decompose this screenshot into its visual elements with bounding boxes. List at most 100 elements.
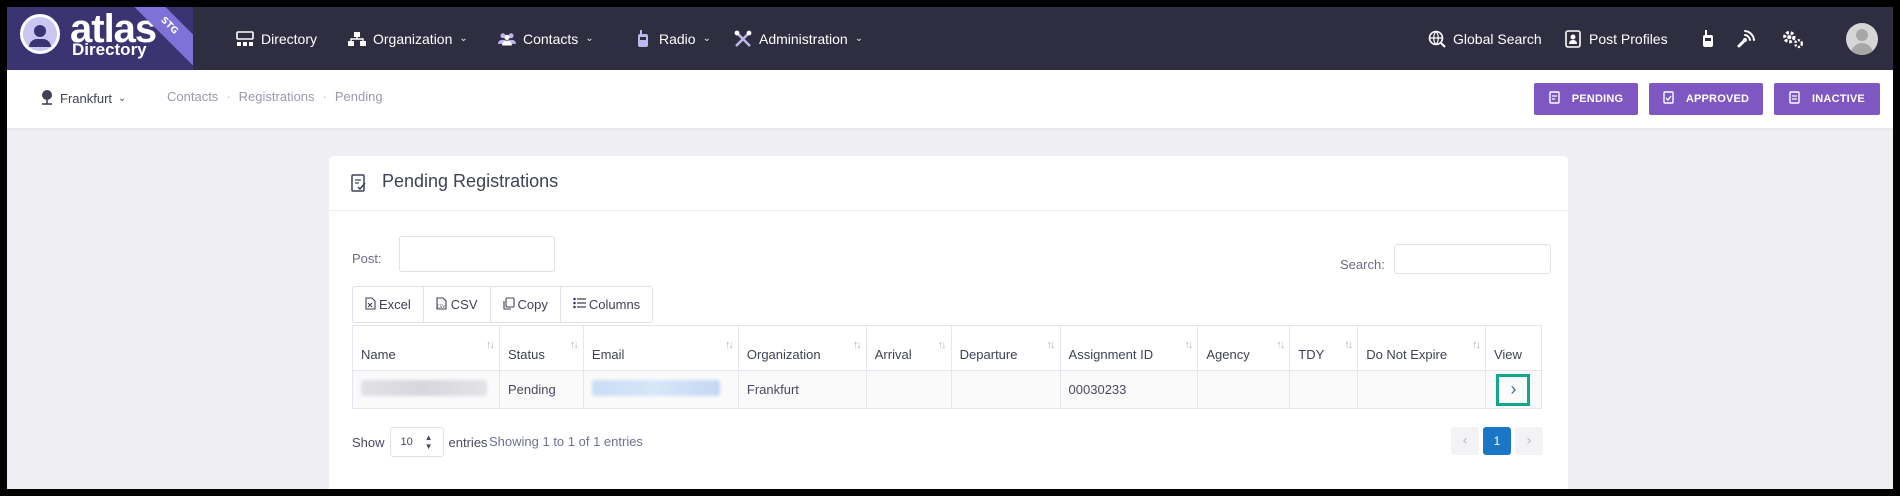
nav-directory[interactable]: Directory (236, 7, 317, 70)
csv-button[interactable]: CSV CSV (424, 287, 491, 322)
chevron-right-icon: › (1510, 379, 1517, 399)
pending-button-label: PENDING (1571, 93, 1624, 105)
nav-post-profiles[interactable]: Post Profiles (1564, 7, 1668, 70)
card-title: Pending Registrations (382, 171, 559, 191)
previous-page-button[interactable]: ‹ (1451, 427, 1479, 455)
columns-button[interactable]: Columns (561, 287, 652, 322)
post-selector[interactable]: Frankfurt ⌄ (40, 89, 126, 108)
col-organization[interactable]: Organization ↑↓ (737, 325, 867, 371)
page-button[interactable]: 1 (1483, 427, 1511, 455)
view-button[interactable]: › (1496, 373, 1531, 406)
globe-search-icon (1428, 30, 1446, 48)
excel-button[interactable]: Excel (353, 287, 424, 322)
sort-icon: ↑↓ (1471, 339, 1481, 351)
table-info: Showing 1 to 1 of 1 entries (489, 434, 643, 449)
globe-icon (40, 89, 54, 108)
nav-administration[interactable]: Administration ⌄ (734, 7, 863, 70)
redacted-name (361, 380, 487, 396)
table-row: Pending Frankfurt 00030233 › (352, 370, 1543, 409)
clipboard-x-icon (1789, 91, 1800, 107)
breadcrumb-contacts[interactable]: Contacts (167, 89, 218, 104)
sort-icon: ↑↓ (852, 339, 862, 351)
col-departure[interactable]: Departure ↑↓ (950, 325, 1061, 371)
file-excel-icon (365, 296, 376, 313)
page-length-control: Show 10 ▲ ▼ entries (352, 427, 488, 457)
clipboard-check-icon (351, 173, 367, 196)
nav-global-search[interactable]: Global Search (1428, 7, 1542, 70)
chevron-right-icon: › (1526, 433, 1532, 449)
csv-button-label: CSV (450, 297, 478, 312)
chevron-down-icon: ⌄ (459, 33, 468, 44)
copy-button-label: Copy (517, 297, 548, 312)
chevron-down-icon: ⌄ (702, 33, 711, 44)
post-filter-input[interactable] (399, 236, 555, 272)
settings-gears-icon[interactable] (1781, 27, 1805, 51)
col-email[interactable]: Email ↑↓ (582, 325, 739, 371)
col-status[interactable]: Status ↑↓ (498, 325, 584, 371)
export-button-group: Excel CSV CSV Copy Columns (352, 286, 654, 323)
nav-organization[interactable]: Organization ⌄ (348, 7, 468, 70)
nav-radio[interactable]: Radio ⌄ (634, 7, 711, 70)
pending-button[interactable]: PENDING (1534, 83, 1638, 115)
breadcrumb-separator: · (226, 89, 231, 104)
col-agency[interactable]: Agency ↑↓ (1197, 325, 1291, 371)
walkie-talkie-icon[interactable] (1696, 27, 1720, 51)
sort-icon: ↑↓ (485, 339, 495, 351)
chevron-down-icon: ⌄ (585, 33, 594, 44)
sort-icon: ↑↓ (937, 339, 947, 351)
signal-icon[interactable] (1734, 27, 1758, 51)
breadcrumb-registrations[interactable]: Registrations (239, 89, 315, 104)
cell-status: Pending (498, 370, 584, 409)
sort-icon: ↑↓ (569, 339, 579, 351)
cell-agency (1197, 370, 1291, 409)
cell-view: › (1484, 370, 1543, 409)
copy-button[interactable]: Copy (491, 287, 561, 322)
inactive-button[interactable]: INACTIVE (1774, 83, 1880, 115)
breadcrumb: Contacts · Registrations · Pending (167, 89, 383, 104)
search-input[interactable] (1394, 244, 1551, 274)
sort-updown-icon: ▲ ▼ (424, 433, 433, 451)
logo-subtitle: Directory (72, 40, 147, 59)
subheader: Frankfurt ⌄ Contacts · Registrations · P… (7, 70, 1893, 128)
post-filter-label: Post: (352, 251, 382, 266)
cell-name (352, 370, 500, 409)
user-avatar[interactable] (1846, 23, 1878, 55)
sitemap-icon (236, 30, 254, 48)
inactive-button-label: INACTIVE (1812, 93, 1865, 105)
search-label: Search: (1340, 257, 1385, 272)
card-header: Pending Registrations (329, 156, 1568, 211)
breadcrumb-separator: · (322, 89, 327, 104)
cell-assignment-id: 00030233 (1059, 370, 1199, 409)
globe-logo-icon (20, 14, 60, 54)
nav-organization-label: Organization (373, 30, 453, 47)
tools-icon (734, 30, 752, 48)
sort-icon: ↑↓ (1276, 339, 1285, 351)
nav-global-search-label: Global Search (1453, 30, 1542, 47)
col-name[interactable]: Name ↑↓ (352, 325, 500, 371)
col-view: View (1484, 325, 1543, 371)
registrations-table: Name ↑↓ Status ↑↓ Email ↑↓ Organization ↑↓ A… (352, 325, 1543, 409)
app-frame: atlas Directory STG Directory Organizati… (7, 7, 1893, 489)
col-arrival[interactable]: Arrival ↑↓ (865, 325, 952, 371)
clipboard-check-icon (1663, 91, 1674, 107)
org-chart-icon (348, 30, 366, 48)
page-length-select[interactable]: 10 ▲ ▼ (389, 427, 444, 457)
col-assignment-id[interactable]: Assignment ID ↑↓ (1059, 325, 1199, 371)
atlas-logo[interactable]: atlas Directory STG (7, 7, 193, 70)
col-tdy[interactable]: TDY ↑↓ (1289, 325, 1359, 371)
list-icon (573, 297, 586, 312)
col-do-not-expire[interactable]: Do Not Expire ↑↓ (1357, 325, 1486, 371)
copy-icon (502, 296, 515, 313)
svg-text:CSV: CSV (437, 304, 445, 309)
page-length-value: 10 (400, 436, 413, 448)
approved-button[interactable]: APPROVED (1649, 83, 1763, 115)
chevron-down-icon: ⌄ (854, 33, 864, 44)
nav-contacts-label: Contacts (523, 30, 579, 47)
id-card-icon (1564, 29, 1582, 48)
chevron-left-icon: ‹ (1462, 433, 1468, 449)
nav-contacts[interactable]: Contacts ⌄ (498, 7, 594, 70)
cell-tdy (1289, 370, 1359, 409)
next-page-button[interactable]: › (1515, 427, 1543, 455)
nav-post-profiles-label: Post Profiles (1589, 30, 1668, 47)
show-label: Show (352, 434, 385, 450)
